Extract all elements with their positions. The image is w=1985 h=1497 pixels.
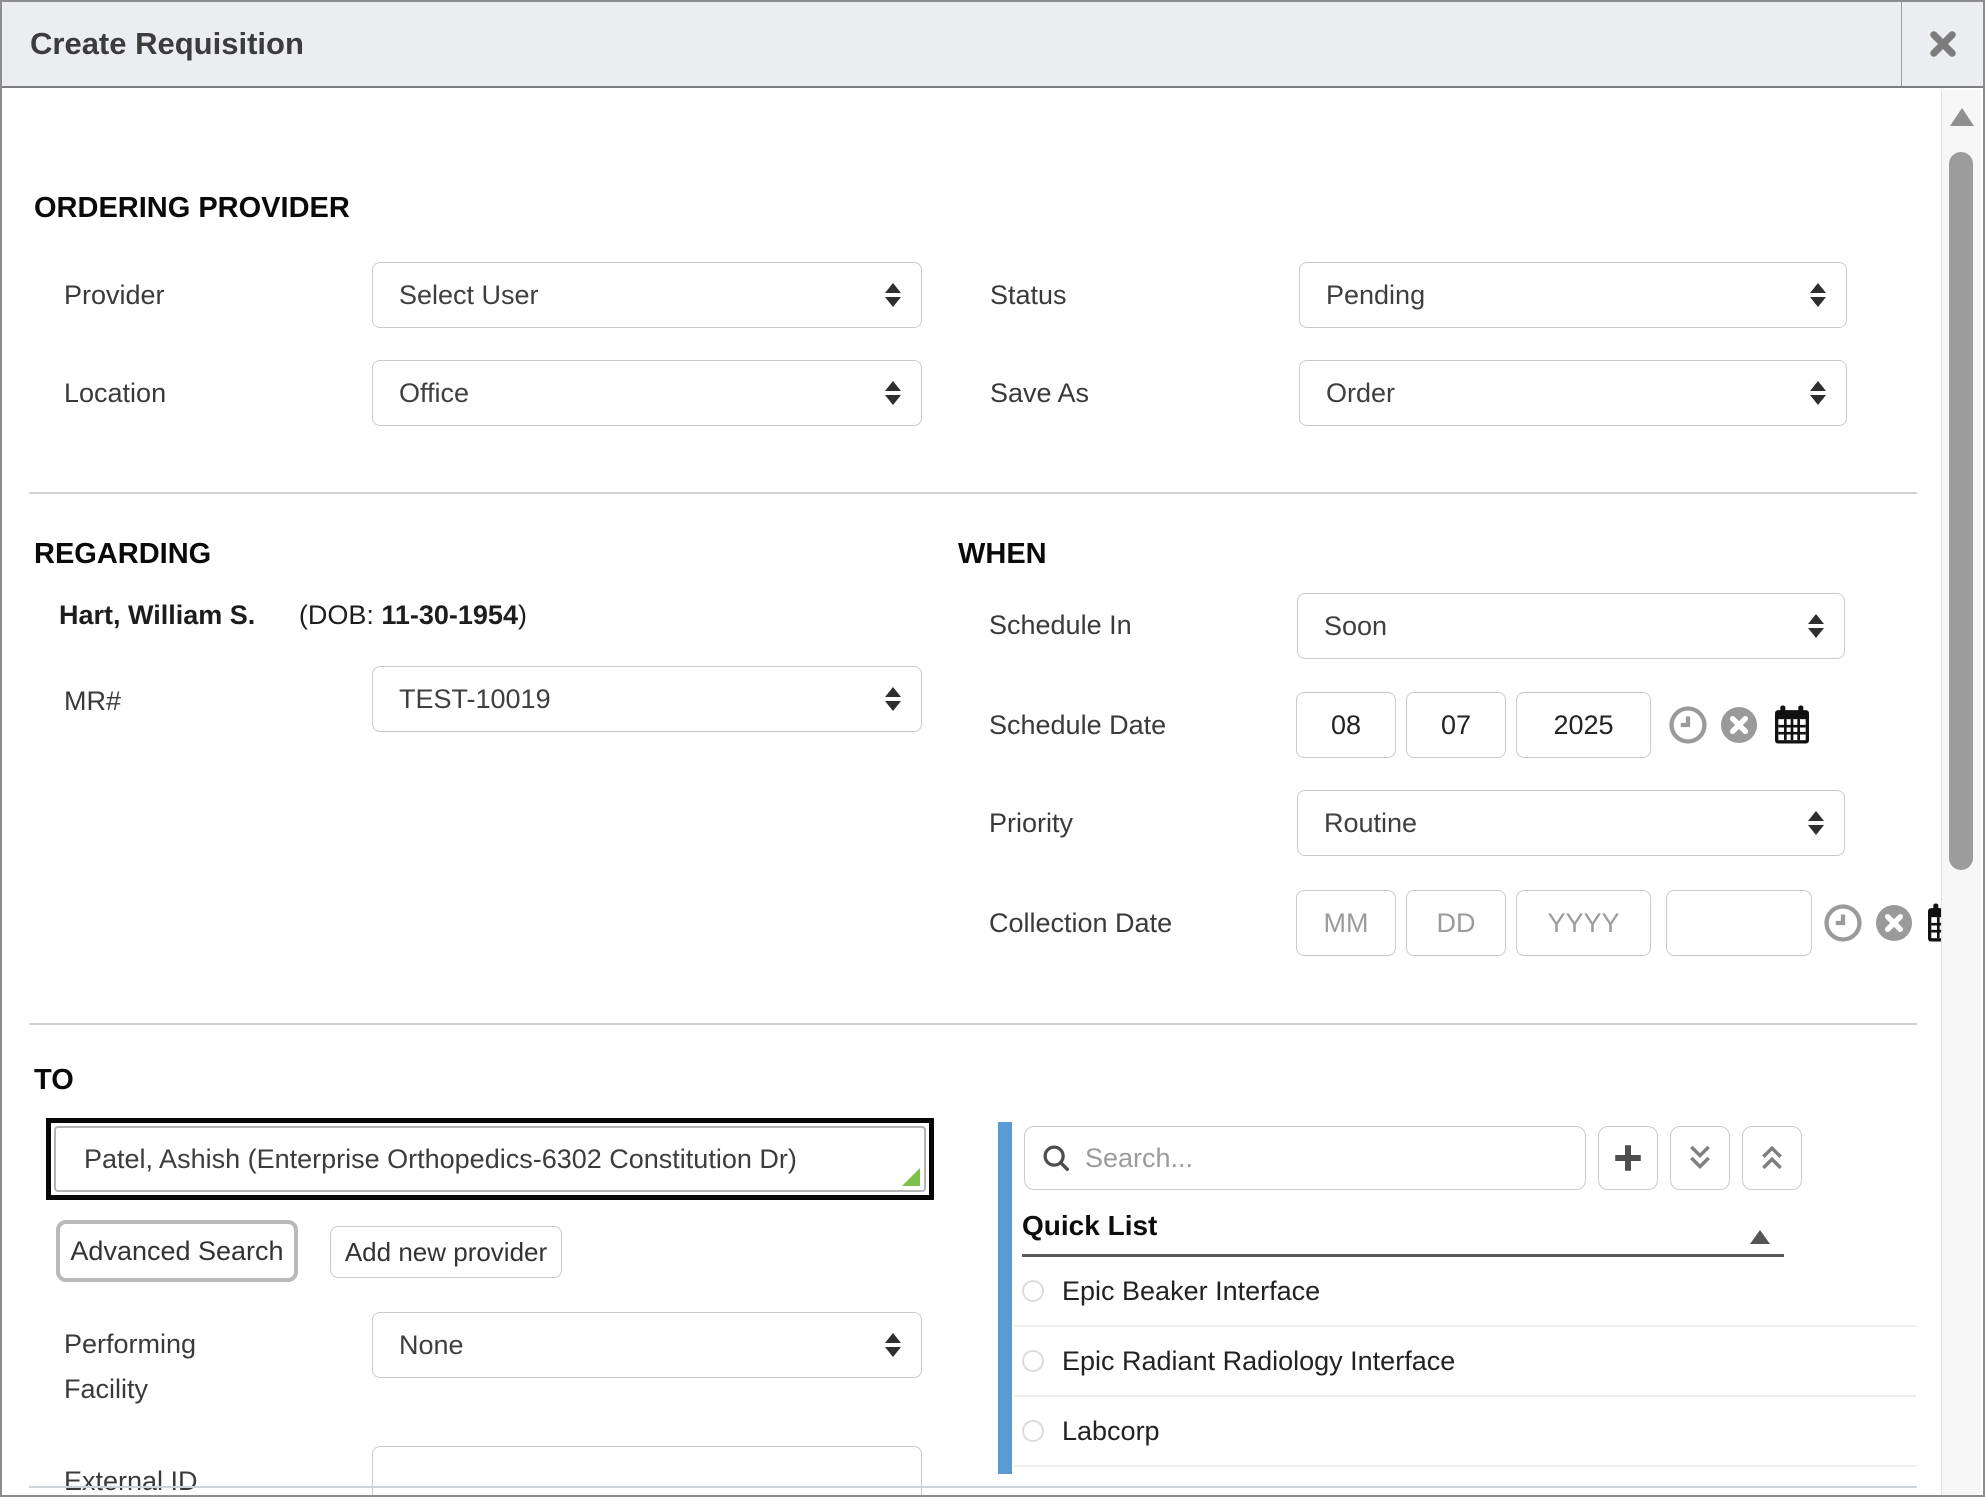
schedule-year-input[interactable] (1516, 692, 1651, 758)
status-select-value: Pending (1326, 280, 1425, 311)
select-spinner-icon (885, 1333, 901, 1357)
recipient-search-input[interactable] (1083, 1142, 1569, 1175)
select-spinner-icon (885, 381, 901, 405)
performing-facility-label: Performing Facility (64, 1322, 234, 1411)
add-recipient-button[interactable] (1598, 1126, 1658, 1190)
collapse-all-button[interactable] (1742, 1126, 1802, 1190)
quick-list-heading[interactable]: Quick List (1022, 1210, 1157, 1242)
quick-list-item[interactable]: Labcorp (1014, 1397, 1916, 1467)
performing-facility-select[interactable]: None (372, 1312, 922, 1378)
quick-list-collapse-icon[interactable] (1750, 1230, 1770, 1244)
to-heading: TO (34, 1064, 74, 1097)
schedule-date-label: Schedule Date (989, 710, 1166, 741)
location-select-value: Office (399, 378, 469, 409)
schedule-in-label: Schedule In (989, 610, 1132, 641)
location-label: Location (64, 378, 166, 409)
schedule-date-calendar-icon[interactable] (1772, 704, 1812, 751)
expand-all-button[interactable] (1670, 1126, 1730, 1190)
recipient-field[interactable]: Patel, Ashish (Enterprise Orthopedics-63… (46, 1118, 934, 1200)
scrollbar-up-arrow-icon[interactable] (1950, 108, 1974, 126)
schedule-date-clear-icon[interactable] (1720, 706, 1758, 749)
quick-list-item-label: Epic Beaker Interface (1062, 1276, 1320, 1307)
priority-select[interactable]: Routine (1297, 790, 1845, 856)
schedule-in-select-value: Soon (1324, 611, 1387, 642)
schedule-day-input[interactable] (1406, 692, 1506, 758)
schedule-time-clock-icon[interactable] (1669, 706, 1707, 749)
priority-select-value: Routine (1324, 808, 1417, 839)
recipient-panel-accent-bar (998, 1122, 1012, 1474)
save-as-select-value: Order (1326, 378, 1395, 409)
patient-info-line: Hart, William S. (DOB: 11-30-1954) (59, 600, 527, 631)
radio-icon[interactable] (1022, 1280, 1044, 1302)
save-as-label: Save As (990, 378, 1089, 409)
quick-list-item[interactable]: Epic Radiant Radiology Interface (1014, 1327, 1916, 1397)
external-id-label: External ID (64, 1466, 198, 1497)
collection-month-input[interactable] (1296, 890, 1396, 956)
schedule-in-select[interactable]: Soon (1297, 593, 1845, 659)
performing-facility-select-value: None (399, 1330, 464, 1361)
recipient-value: Patel, Ashish (Enterprise Orthopedics-63… (84, 1144, 797, 1175)
create-requisition-dialog: Create Requisition ORDERING PROVIDER Pro… (0, 0, 1985, 1497)
schedule-month-input[interactable] (1296, 692, 1396, 758)
double-chevron-down-icon (1685, 1142, 1715, 1174)
bottom-divider (29, 1486, 1917, 1488)
double-chevron-up-icon (1757, 1142, 1787, 1174)
collection-day-input[interactable] (1406, 890, 1506, 956)
when-heading: WHEN (958, 538, 1047, 571)
close-icon (1926, 27, 1960, 61)
regarding-heading: REGARDING (34, 538, 211, 571)
location-select[interactable]: Office (372, 360, 922, 426)
priority-label: Priority (989, 808, 1073, 839)
section-divider (29, 1023, 1917, 1025)
scrollbar-thumb[interactable] (1949, 152, 1973, 870)
collection-date-label: Collection Date (989, 908, 1172, 939)
mr-select-value: TEST-10019 (399, 684, 551, 715)
dialog-content: ORDERING PROVIDER Provider Select User S… (4, 90, 1945, 1497)
resize-handle-icon[interactable] (902, 1168, 920, 1186)
recipient-field-inner: Patel, Ashish (Enterprise Orthopedics-63… (54, 1126, 926, 1192)
dialog-titlebar: Create Requisition (2, 2, 1983, 88)
mr-label: MR# (64, 686, 121, 717)
add-new-provider-button[interactable]: Add new provider (330, 1226, 562, 1278)
status-select[interactable]: Pending (1299, 262, 1847, 328)
section-divider (29, 492, 1917, 494)
select-spinner-icon (1810, 381, 1826, 405)
dob-value: 11-30-1954 (381, 600, 518, 630)
external-id-input[interactable] (372, 1446, 922, 1497)
collection-year-input[interactable] (1516, 890, 1651, 956)
provider-label: Provider (64, 280, 165, 311)
radio-icon[interactable] (1022, 1420, 1044, 1442)
patient-name: Hart, William S. (59, 600, 255, 630)
advanced-search-button[interactable]: Advanced Search (56, 1220, 298, 1282)
dialog-title: Create Requisition (30, 26, 304, 62)
dob-prefix: (DOB: (299, 600, 382, 630)
collection-date-clear-icon[interactable] (1875, 904, 1913, 947)
collection-time-clock-icon[interactable] (1824, 904, 1862, 947)
dob-suffix: ) (518, 600, 527, 630)
provider-select[interactable]: Select User (372, 262, 922, 328)
close-button[interactable] (1901, 2, 1983, 86)
vertical-scrollbar[interactable] (1941, 90, 1981, 1495)
status-label: Status (990, 280, 1067, 311)
select-spinner-icon (1808, 614, 1824, 638)
quick-list: Epic Beaker Interface Epic Radiant Radio… (1014, 1257, 1916, 1467)
select-spinner-icon (885, 283, 901, 307)
quick-list-item-label: Labcorp (1062, 1416, 1160, 1447)
plus-icon (1611, 1141, 1645, 1175)
ordering-provider-heading: ORDERING PROVIDER (34, 192, 350, 225)
quick-list-item-label: Epic Radiant Radiology Interface (1062, 1346, 1455, 1377)
quick-list-item[interactable]: Epic Beaker Interface (1014, 1257, 1916, 1327)
provider-select-value: Select User (399, 280, 539, 311)
save-as-select[interactable]: Order (1299, 360, 1847, 426)
select-spinner-icon (1810, 283, 1826, 307)
radio-icon[interactable] (1022, 1350, 1044, 1372)
select-spinner-icon (1808, 811, 1824, 835)
collection-time-input[interactable] (1666, 890, 1812, 956)
recipient-search-box (1024, 1126, 1586, 1190)
select-spinner-icon (885, 687, 901, 711)
search-icon (1041, 1143, 1071, 1173)
mr-select[interactable]: TEST-10019 (372, 666, 922, 732)
